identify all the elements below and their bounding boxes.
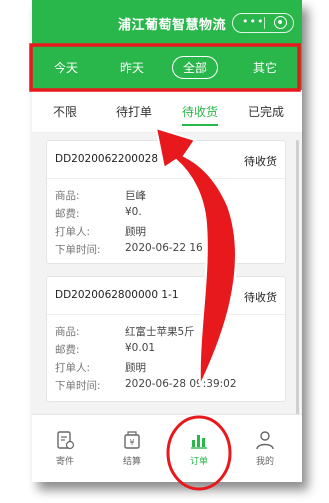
- order-number: DD2020062200028: [55, 153, 159, 165]
- order-card[interactable]: DD2020062200028 待收货 商品: 巨峰 邮费: ¥0. 打单人: …: [46, 140, 286, 264]
- printer-value: 顾明: [125, 362, 146, 374]
- nav-settlement[interactable]: ¥ 结算: [107, 429, 157, 467]
- nav-send[interactable]: 寄件: [40, 429, 90, 467]
- send-package-icon: [57, 431, 75, 450]
- nav-profile[interactable]: 我的: [240, 429, 290, 467]
- nav-orders[interactable]: 订单: [174, 429, 224, 467]
- order-status: 待收货: [244, 291, 277, 304]
- capsule-divider: [264, 17, 265, 29]
- tab-today[interactable]: 今天: [54, 59, 78, 76]
- more-icon[interactable]: •••: [242, 15, 264, 28]
- profile-icon: [256, 431, 274, 450]
- nav-settlement-label: 结算: [122, 457, 141, 467]
- svg-text:¥: ¥: [129, 438, 134, 447]
- fee-label: 邮费:: [55, 208, 80, 220]
- order-time-value: 2020-06-22 16: [125, 242, 203, 254]
- tab-other[interactable]: 其它: [253, 59, 277, 76]
- nav-profile-label: 我的: [255, 457, 274, 467]
- order-number: DD2020062800000 1-1: [55, 289, 179, 301]
- fee-value: ¥0.01: [125, 342, 156, 354]
- fee-label: 邮费:: [55, 344, 80, 356]
- order-card[interactable]: DD2020062800000 1-1 待收货 商品: 红富士苹果5斤 邮费: …: [46, 276, 286, 402]
- card-divider: [47, 178, 285, 179]
- close-target-icon[interactable]: [274, 16, 287, 29]
- settlement-icon: ¥: [124, 431, 140, 449]
- date-filter-bar: 今天 昨天 全部 其它: [32, 45, 302, 90]
- printer-value: 顾明: [125, 226, 146, 238]
- goods-label: 商品:: [55, 326, 80, 338]
- tab-yesterday[interactable]: 昨天: [120, 59, 144, 76]
- mini-program-capsule: •••: [232, 13, 294, 33]
- order-status: 待收货: [244, 155, 277, 168]
- card-divider: [47, 314, 285, 315]
- goods-value: 红富士苹果5斤: [125, 326, 195, 338]
- title-bar: 浦江葡萄智慧物流 •••: [32, 0, 302, 45]
- tab-all[interactable]: 全部: [172, 56, 219, 79]
- scrollbar[interactable]: [296, 140, 299, 440]
- bottom-nav: 寄件 ¥ 结算 订单 我的: [32, 414, 302, 482]
- order-time-label: 下单时间:: [55, 244, 101, 256]
- app-title: 浦江葡萄智慧物流: [117, 18, 226, 33]
- orders-chart-icon: [191, 435, 207, 449]
- fee-value: ¥0.: [125, 206, 142, 218]
- nav-orders-label: 订单: [189, 457, 208, 467]
- order-time-label: 下单时间:: [55, 380, 101, 392]
- tab-pending-receipt[interactable]: 待收货: [182, 103, 219, 126]
- goods-value: 巨峰: [125, 190, 146, 202]
- nav-send-label: 寄件: [55, 457, 74, 467]
- order-time-value: 2020-06-28 09:39:02: [125, 378, 237, 390]
- printer-label: 打单人:: [55, 226, 91, 238]
- tab-pending-print[interactable]: 待打单: [116, 103, 152, 120]
- goods-label: 商品:: [55, 190, 80, 202]
- printer-label: 打单人:: [55, 362, 91, 374]
- tab-unlimited[interactable]: 不限: [53, 103, 77, 120]
- tab-completed[interactable]: 已完成: [248, 103, 284, 120]
- status-filter-bar: 不限 待打单 待收货 已完成: [32, 90, 302, 133]
- phone-screen: 浦江葡萄智慧物流 ••• 今天 昨天 全部 其它 不限 待打单 待收货 已完成 …: [32, 0, 302, 482]
